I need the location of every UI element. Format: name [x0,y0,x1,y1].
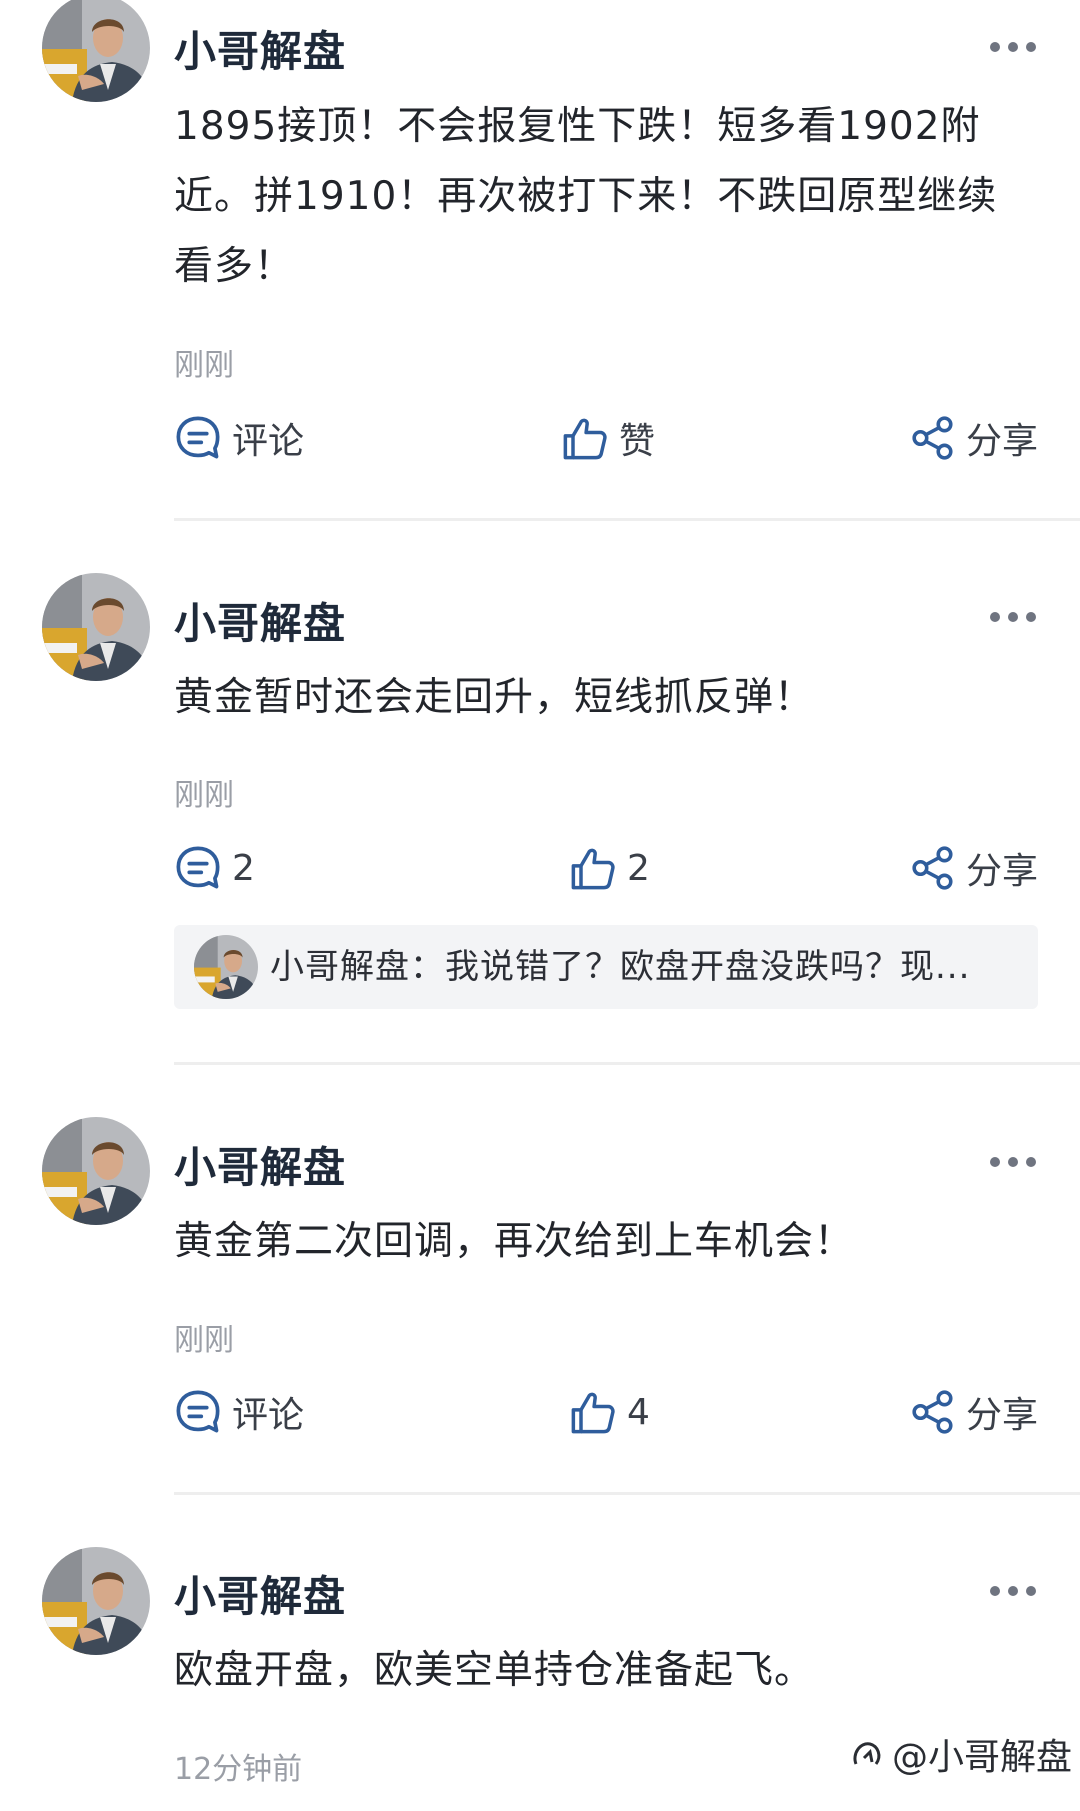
author-avatar[interactable] [42,0,150,102]
more-icon[interactable] [990,42,1038,54]
more-icon[interactable] [990,1157,1038,1169]
reply-text: 小哥解盘：我说错了？欧盘开盘没跌吗？现... [270,947,971,987]
watermark: @小哥解盘 [848,1728,1072,1780]
comment-icon [174,414,222,462]
more-icon[interactable] [990,612,1038,624]
comment-label: 评论 [232,1395,305,1436]
share-icon [910,1389,956,1435]
author-name[interactable]: 小哥解盘 [174,1563,346,1624]
platform-logo-icon [853,1742,881,1765]
thumbs-up-icon [569,844,617,892]
comment-button[interactable]: 2 [174,843,255,893]
share-label: 分享 [966,421,1039,462]
divider [174,1062,1080,1065]
thumbs-up-icon [561,414,609,462]
like-label: 赞 [619,421,656,462]
comment-icon [174,1388,222,1436]
post-content: 1895接顶！不会报复性下跌！短多看1902附近。拼1910！再次被打下来！不跌… [174,104,998,289]
author-avatar[interactable] [42,1117,150,1225]
post-time: 12分钟前 [174,1752,303,1787]
more-icon[interactable] [990,1586,1038,1598]
thumbs-up-icon [569,1388,617,1436]
comment-button[interactable]: 评论 [174,1387,304,1437]
like-button[interactable]: 4 [569,1387,650,1437]
comment-count: 2 [232,847,255,889]
share-icon [910,415,956,461]
author-avatar[interactable] [42,1547,150,1655]
reply-avatar [194,935,258,999]
reply-preview[interactable]: 小哥解盘：我说错了？欧盘开盘没跌吗？现... [174,925,1038,1009]
author-name[interactable]: 小哥解盘 [174,590,346,651]
post-content: 黄金第二次回调，再次给到上车机会！ [174,1219,855,1264]
comment-label: 评论 [232,421,305,462]
author-name[interactable]: 小哥解盘 [174,18,346,79]
post-time: 刚刚 [174,348,234,383]
divider [174,518,1080,521]
comment-icon [174,844,222,892]
share-button[interactable]: 分享 [910,843,1038,893]
share-icon [910,845,956,891]
share-button[interactable]: 分享 [910,1387,1038,1437]
like-count: 2 [627,847,650,889]
watermark-text: @小哥解盘 [891,1737,1072,1778]
share-button[interactable]: 分享 [910,413,1038,463]
like-button[interactable]: 赞 [561,413,655,463]
post-content: 黄金暂时还会走回升，短线抓反弹！ [174,675,815,720]
like-button[interactable]: 2 [569,843,650,893]
author-name[interactable]: 小哥解盘 [174,1134,346,1195]
post-time: 刚刚 [174,1323,234,1358]
like-count: 4 [627,1391,650,1433]
comment-button[interactable]: 评论 [174,413,304,463]
author-avatar[interactable] [42,573,150,681]
divider [174,1492,1080,1495]
post-content: 欧盘开盘，欧美空单持仓准备起飞。 [174,1648,815,1693]
share-label: 分享 [966,1395,1039,1436]
post-time: 刚刚 [174,778,234,813]
share-label: 分享 [966,851,1039,892]
